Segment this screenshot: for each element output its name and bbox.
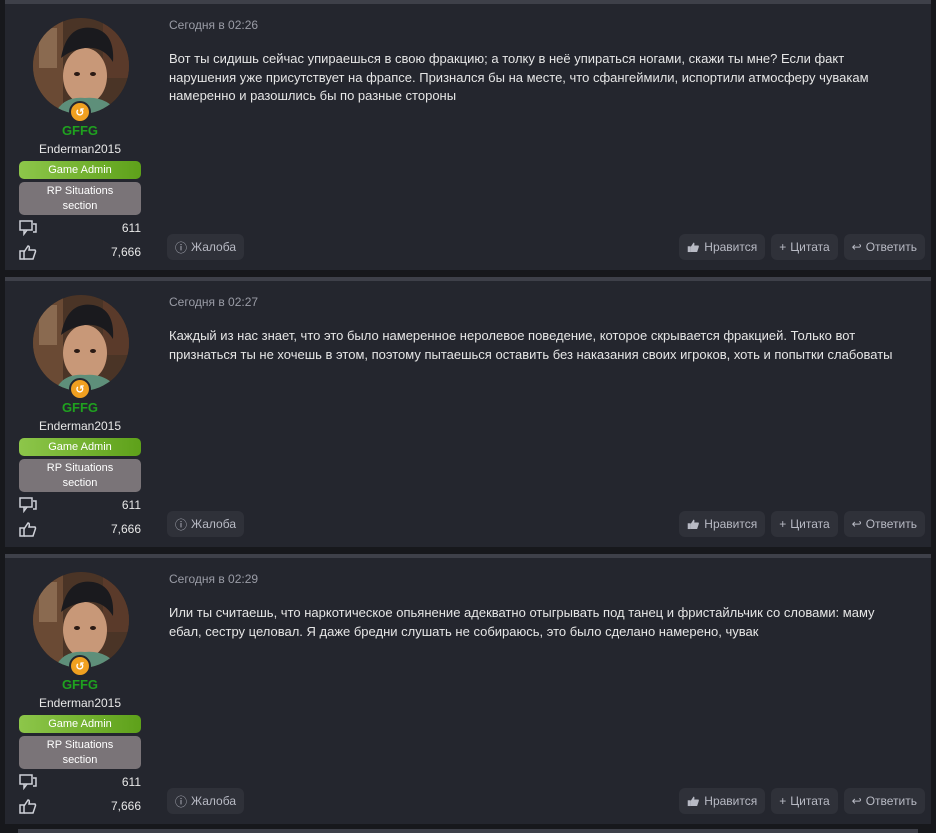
reply-icon: ↩	[851, 240, 862, 254]
avatar[interactable]	[33, 18, 129, 114]
like-button[interactable]: Нравится	[679, 234, 766, 260]
report-button[interactable]: ⓘ Жалоба	[167, 511, 244, 537]
thumbs-up-icon	[19, 243, 37, 261]
report-label: Жалоба	[191, 517, 236, 531]
avatar[interactable]	[33, 572, 129, 668]
post-content: Сегодня в 02:27 Каждый из нас знает, что…	[167, 281, 931, 547]
avatar-status-icon: ↺	[69, 655, 91, 677]
reply-icon: ↩	[851, 517, 862, 531]
messages-stat: 611	[19, 219, 141, 237]
username[interactable]: Enderman2015	[5, 419, 155, 433]
game-admin-badge: Game Admin	[19, 161, 141, 179]
next-post-divider	[18, 829, 918, 833]
thread: ↺ GFFG Enderman2015 Game Admin RP Situat…	[0, 0, 936, 833]
reply-button[interactable]: ↩ Ответить	[843, 511, 925, 537]
section-badge: RP Situations section	[19, 736, 141, 769]
chat-bubbles-icon	[19, 773, 37, 791]
messages-stat: 611	[19, 496, 141, 514]
quote-button[interactable]: + Цитата	[771, 234, 838, 260]
like-label: Нравится	[704, 517, 758, 531]
messages-count: 611	[121, 775, 141, 789]
thumbs-up-icon	[19, 797, 37, 815]
plus-icon: +	[779, 517, 787, 531]
flag-icon: ⓘ	[175, 794, 188, 809]
avatar-image	[33, 18, 129, 114]
flag-icon: ⓘ	[175, 240, 188, 255]
post-content: Сегодня в 02:26 Вот ты сидишь сейчас упи…	[167, 4, 931, 270]
avatar-status-icon: ↺	[69, 101, 91, 123]
reply-label: Ответить	[865, 240, 917, 254]
section-badge: RP Situations section	[19, 459, 141, 492]
chat-bubbles-icon	[19, 219, 37, 237]
avatar-image	[33, 295, 129, 391]
quote-label: Цитата	[790, 517, 830, 531]
post: ↺ GFFG Enderman2015 Game Admin RP Situat…	[5, 277, 931, 547]
username[interactable]: Enderman2015	[5, 142, 155, 156]
reply-button[interactable]: ↩ Ответить	[843, 234, 925, 260]
post-author: ↺ GFFG Enderman2015 Game Admin RP Situat…	[5, 558, 155, 824]
quote-button[interactable]: + Цитата	[771, 511, 838, 537]
like-label: Нравится	[704, 794, 758, 808]
chat-bubbles-icon	[19, 496, 37, 514]
thumbs-up-icon	[687, 518, 700, 530]
reply-button[interactable]: ↩ Ответить	[843, 788, 925, 814]
section-badge-line2: section	[62, 754, 98, 766]
reactions-stat: 7,666	[19, 797, 141, 815]
reply-label: Ответить	[865, 794, 917, 808]
report-label: Жалоба	[191, 794, 236, 808]
messages-stat: 611	[19, 773, 141, 791]
report-button[interactable]: ⓘ Жалоба	[167, 234, 244, 260]
reactions-count: 7,666	[110, 245, 141, 259]
section-badge-line1: RP Situations	[46, 462, 114, 474]
post-date[interactable]: Сегодня в 02:27	[169, 295, 258, 309]
like-label: Нравится	[704, 240, 758, 254]
flag-icon: ⓘ	[175, 517, 188, 532]
post-author: ↺ GFFG Enderman2015 Game Admin RP Situat…	[5, 281, 155, 547]
quote-label: Цитата	[790, 794, 830, 808]
post-date[interactable]: Сегодня в 02:29	[169, 572, 258, 586]
quote-label: Цитата	[790, 240, 830, 254]
report-button[interactable]: ⓘ Жалоба	[167, 788, 244, 814]
thumbs-up-icon	[19, 520, 37, 538]
avatar[interactable]	[33, 295, 129, 391]
section-badge-line1: RP Situations	[46, 739, 114, 751]
reply-label: Ответить	[865, 517, 917, 531]
plus-icon: +	[779, 240, 787, 254]
post-date[interactable]: Сегодня в 02:26	[169, 18, 258, 32]
reply-icon: ↩	[851, 794, 862, 808]
post-body: Каждый из нас знает, что это было намере…	[169, 328, 893, 362]
section-badge-line2: section	[62, 477, 98, 489]
thumbs-up-icon	[687, 241, 700, 253]
reactions-count: 7,666	[110, 522, 141, 536]
username[interactable]: Enderman2015	[5, 696, 155, 710]
post-author: ↺ GFFG Enderman2015 Game Admin RP Situat…	[5, 4, 155, 270]
section-badge: RP Situations section	[19, 182, 141, 215]
section-badge-line1: RP Situations	[46, 185, 114, 197]
post-body: Или ты считаешь, что наркотическое опьян…	[169, 605, 875, 639]
game-admin-badge: Game Admin	[19, 438, 141, 456]
reactions-count: 7,666	[110, 799, 141, 813]
messages-count: 611	[121, 498, 141, 512]
post-content: Сегодня в 02:29 Или ты считаешь, что нар…	[167, 558, 931, 824]
like-button[interactable]: Нравится	[679, 511, 766, 537]
reactions-stat: 7,666	[19, 243, 141, 261]
thumbs-up-icon	[687, 795, 700, 807]
avatar-image	[33, 572, 129, 668]
like-button[interactable]: Нравится	[679, 788, 766, 814]
report-label: Жалоба	[191, 240, 236, 254]
post-body: Вот ты сидишь сейчас упираешься в свою ф…	[169, 51, 869, 103]
avatar-status-icon: ↺	[69, 378, 91, 400]
user-title: GFFG	[61, 677, 99, 692]
plus-icon: +	[779, 794, 787, 808]
messages-count: 611	[121, 221, 141, 235]
reactions-stat: 7,666	[19, 520, 141, 538]
user-title: GFFG	[61, 400, 99, 415]
post: ↺ GFFG Enderman2015 Game Admin RP Situat…	[5, 554, 931, 824]
user-title: GFFG	[61, 123, 99, 138]
quote-button[interactable]: + Цитата	[771, 788, 838, 814]
game-admin-badge: Game Admin	[19, 715, 141, 733]
section-badge-line2: section	[62, 200, 98, 212]
post: ↺ GFFG Enderman2015 Game Admin RP Situat…	[5, 0, 931, 270]
